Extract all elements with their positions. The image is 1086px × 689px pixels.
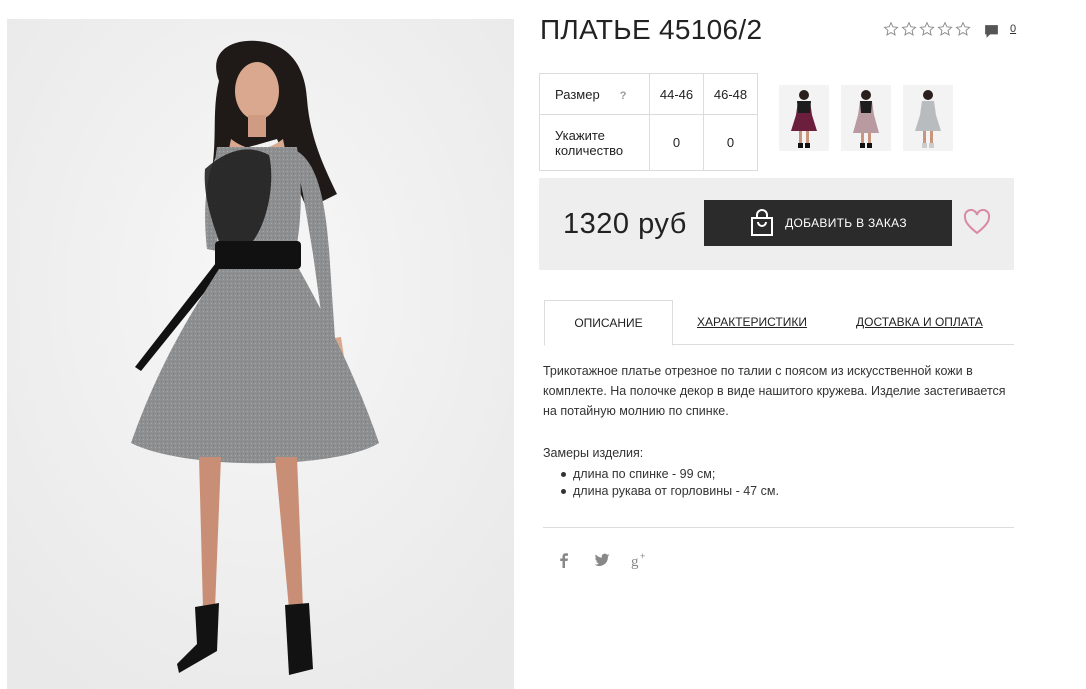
tab-characteristics[interactable]: ХАРАКТЕРИСТИКИ [697, 300, 807, 345]
comments[interactable]: 0 [983, 23, 1016, 40]
rating-stars[interactable] [883, 21, 971, 37]
price: 1320 руб [563, 208, 687, 240]
size-option: 46-48 [703, 73, 758, 115]
thumbnail-gallery [779, 85, 953, 151]
quantity-input[interactable]: 0 [649, 114, 704, 171]
measures-title: Замеры изделия: [543, 446, 644, 460]
svg-text:g: g [631, 554, 639, 569]
quantity-label-line1: Укажите [555, 127, 605, 143]
star-icon[interactable] [955, 21, 971, 37]
comments-count-link[interactable]: 0 [1010, 23, 1016, 35]
heart-icon[interactable] [963, 209, 991, 235]
size-table: Размер? 44-46 46-48 Укажите количество 0… [539, 73, 758, 171]
measure-item: длина рукава от горловины - 47 см. [560, 483, 779, 500]
twitter-icon[interactable] [593, 551, 611, 569]
product-title: ПЛАТЬЕ 45106/2 [540, 14, 763, 45]
product-tabs: ОПИСАНИЕ ХАРАКТЕРИСТИКИ ДОСТАВКА И ОПЛАТ… [544, 300, 1014, 346]
thumbnail-burgundy[interactable] [779, 85, 829, 151]
price-panel: 1320 руб ДОБАВИТЬ В ЗАКАЗ [539, 178, 1014, 270]
quantity-label-line2: количество [555, 142, 624, 158]
social-share: g + [555, 551, 649, 569]
size-help-icon[interactable]: ? [620, 90, 627, 102]
size-option: 44-46 [649, 73, 704, 115]
quantity-label-cell: Укажите количество [539, 114, 650, 171]
star-icon[interactable] [901, 21, 917, 37]
size-label: Размер [555, 86, 600, 102]
measure-item: длина по спинке - 99 см; [560, 466, 779, 483]
dress-model-image [7, 19, 514, 689]
main-product-photo[interactable] [7, 19, 514, 689]
facebook-icon[interactable] [555, 551, 573, 569]
quantity-input[interactable]: 0 [703, 114, 758, 171]
measures-list: длина по спинке - 99 см; длина рукава от… [560, 466, 779, 500]
tab-description[interactable]: ОПИСАНИЕ [544, 300, 673, 346]
comment-icon[interactable] [983, 23, 1000, 40]
google-plus-icon[interactable]: g + [631, 551, 649, 569]
add-to-order-button[interactable]: ДОБАВИТЬ В ЗАКАЗ [704, 200, 952, 246]
thumbnail-grey[interactable] [903, 85, 953, 151]
thumbnail-dusty-pink[interactable] [841, 85, 891, 151]
add-to-order-label: ДОБАВИТЬ В ЗАКАЗ [785, 216, 907, 230]
star-icon[interactable] [937, 21, 953, 37]
tab-delivery-payment[interactable]: ДОСТАВКА И ОПЛАТА [856, 300, 983, 345]
shopping-bag-icon [751, 209, 774, 236]
divider [543, 527, 1014, 528]
star-icon[interactable] [919, 21, 935, 37]
size-label-cell: Размер? [539, 73, 650, 115]
product-description: Трикотажное платье отрезное по талии с п… [543, 364, 1006, 418]
star-icon[interactable] [883, 21, 899, 37]
svg-text:+: + [640, 551, 645, 561]
